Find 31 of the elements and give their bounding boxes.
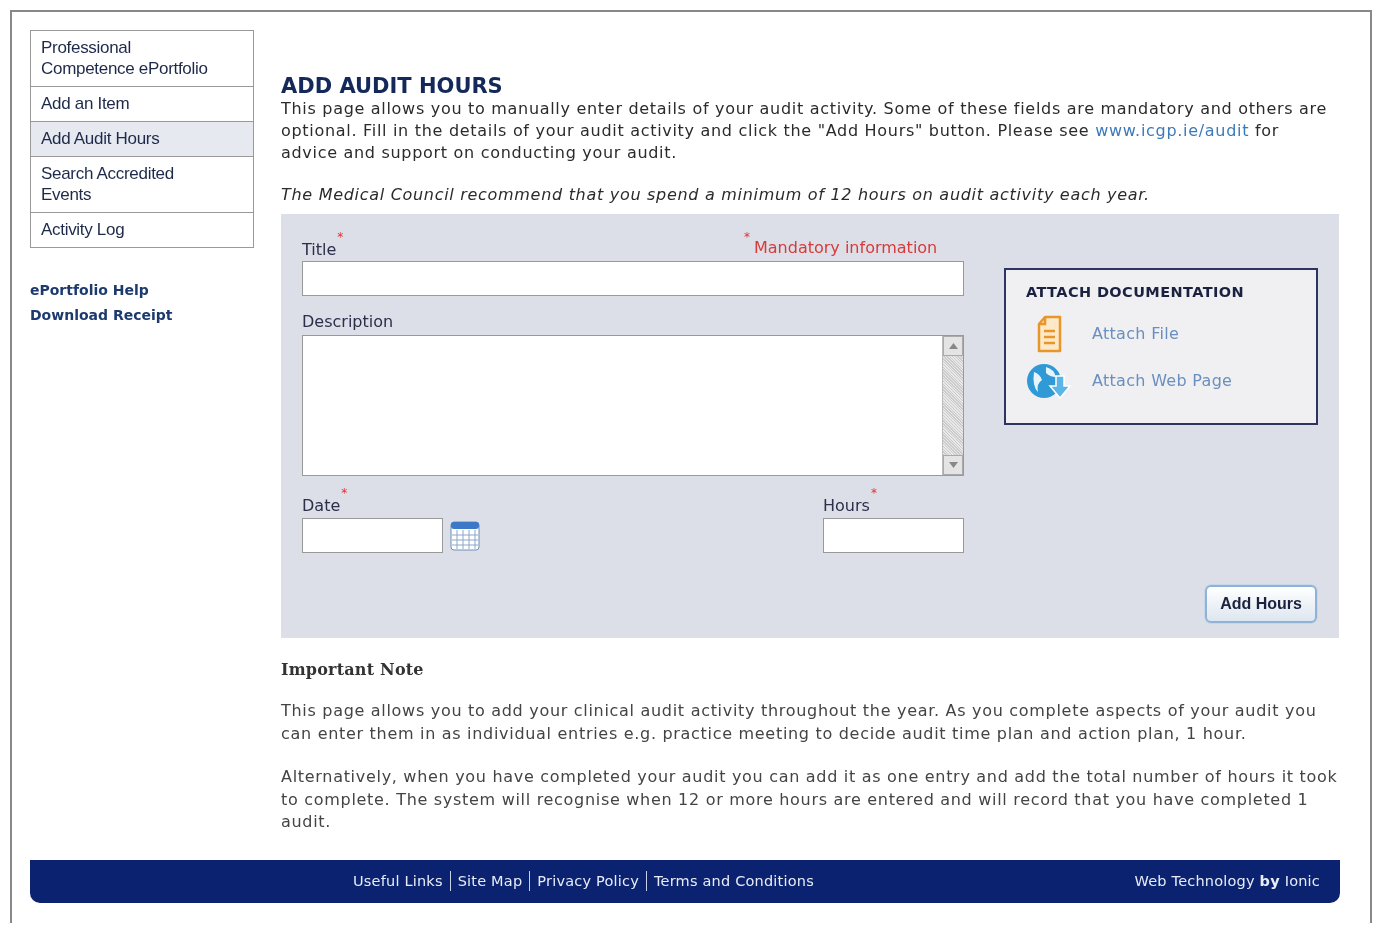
required-asterisk: * xyxy=(870,486,877,500)
sidebar-item[interactable]: Add Audit Hours xyxy=(31,122,253,157)
sidebar-link[interactable]: ePortfolio Help xyxy=(30,278,254,303)
recommendation-text: The Medical Council recommend that you spend a minimum of 12 hours on audit activity each year. xyxy=(281,184,1151,206)
required-asterisk: * xyxy=(744,230,750,244)
footer-credit: Web Technology by Ionic xyxy=(1134,873,1320,889)
date-field[interactable] xyxy=(302,518,443,553)
attach-heading: ATTACH DOCUMENTATION xyxy=(1026,284,1245,300)
field-label: Date xyxy=(302,496,341,515)
title-field[interactable] xyxy=(302,261,964,296)
intro-paragraph: This page allows you to manually enter details of your audit activity. Some of these fields are mandatory and others are optional. Fill in the details of your audit activity and click the "Add Hours" button. Please see www.icgp.ie/audit for advice and support on conducting your audit. xyxy=(281,98,1329,164)
page-heading: ADD AUDIT HOURS xyxy=(281,73,504,100)
field-label: Title xyxy=(302,240,337,259)
footer-link[interactable]: Site Map xyxy=(449,871,530,891)
note-paragraph: Alternatively, when you have completed your audit you can add it as one entry and add the total number of hours it took to complete. The system will recognise when 12 or more hours are entered and will record that you have completed 1 audit. xyxy=(281,766,1339,833)
mandatory-note: Mandatory information xyxy=(754,238,938,257)
audit-link[interactable]: www.icgp.ie/audit xyxy=(1095,121,1250,140)
note-paragraph: This page allows you to add your clinical audit activity throughout the year. As you complete aspects of your audit you can enter them in as individual entries e.g. practice meeting to decide audit time plan and action plan, 1 hour. xyxy=(281,700,1318,745)
required-asterisk: * xyxy=(337,230,344,244)
footer-link[interactable]: Privacy Policy xyxy=(529,871,646,891)
calendar-icon[interactable] xyxy=(450,520,480,551)
footer-link[interactable]: Terms and Conditions xyxy=(645,871,821,891)
field-label: Hours xyxy=(823,496,870,515)
required-asterisk: * xyxy=(341,486,348,500)
footer-link[interactable]: Useful Links xyxy=(346,871,450,891)
hours-field[interactable] xyxy=(823,518,964,553)
sidebar-link[interactable]: Download Receipt xyxy=(30,303,254,328)
field-label: Description xyxy=(302,312,394,331)
note-heading: Important Note xyxy=(281,660,425,679)
add-hours-button[interactable]: Add Hours xyxy=(1205,585,1317,623)
globe-download-icon[interactable] xyxy=(1026,361,1074,400)
